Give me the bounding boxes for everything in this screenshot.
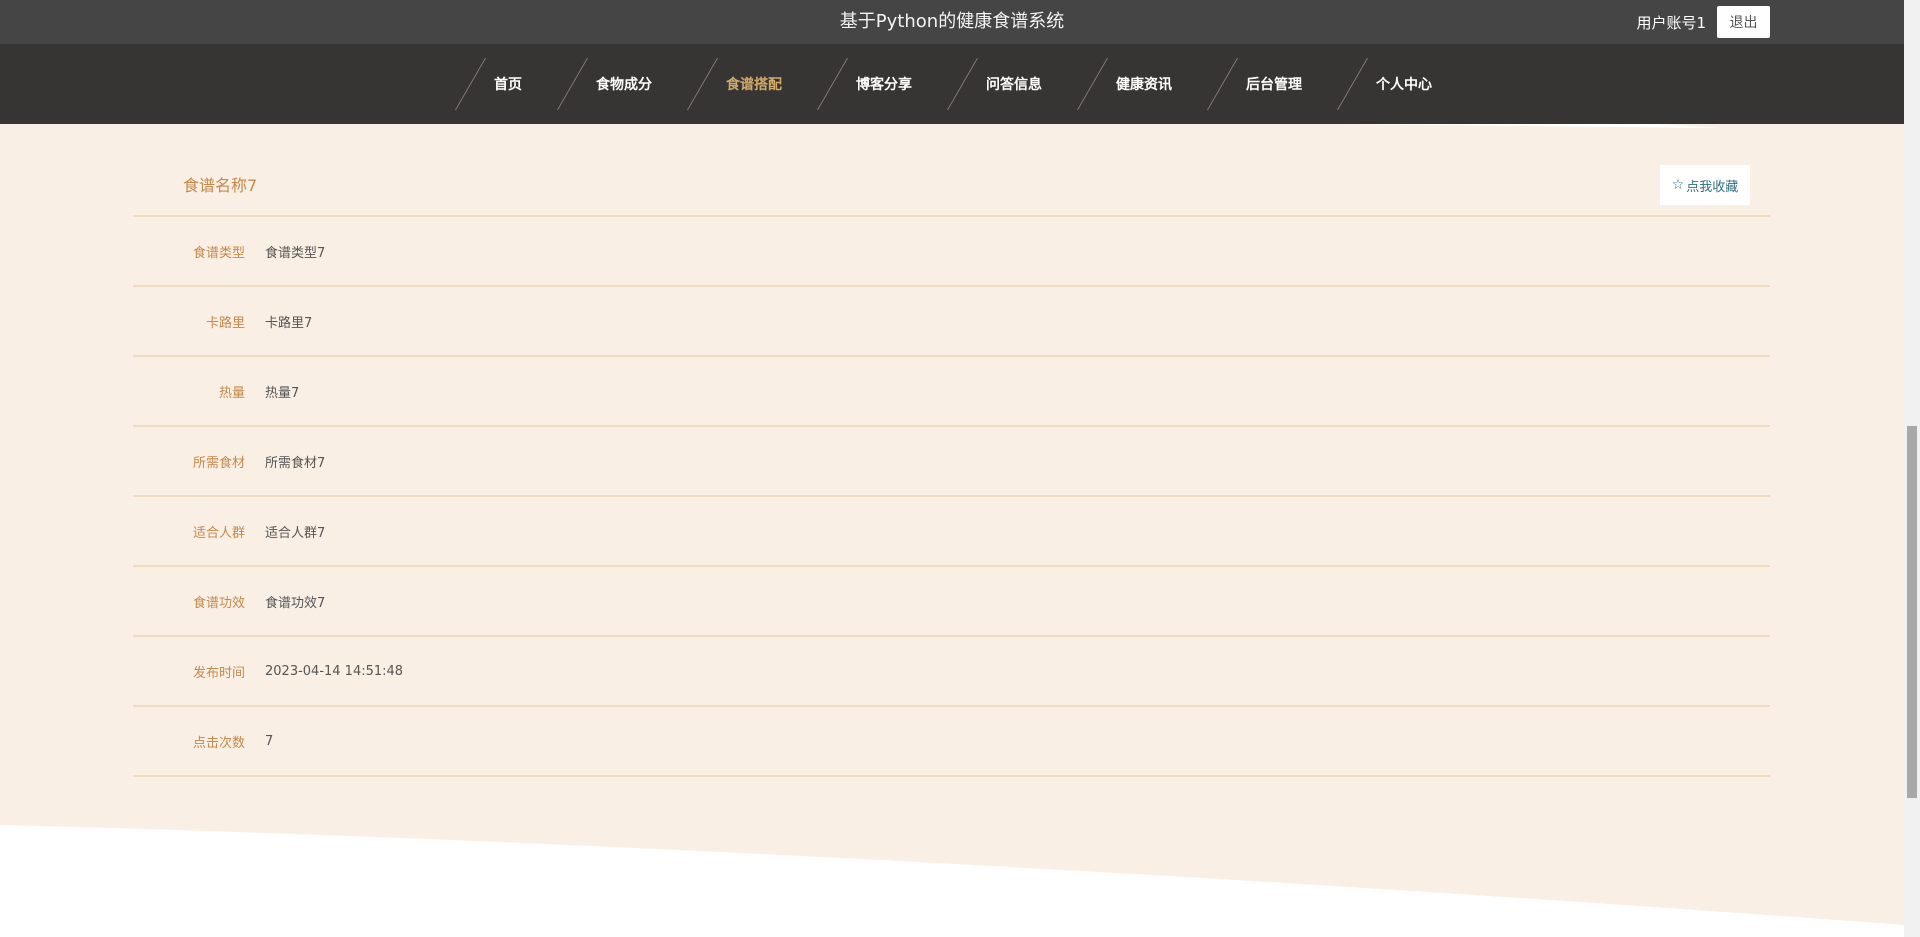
field-label: 适合人群 [192,525,245,541]
star-outline-icon: ☆ [1671,177,1685,193]
detail-row: 卡路里 卡路里7 [133,287,1770,357]
main-nav: 首页 食物成分 食谱搭配 博客分享 问答信息 健康资讯 后台管理 个人中心 [0,44,1904,124]
favorite-label: 点我收藏 [1686,179,1739,195]
detail-row: 点击次数 7 [133,707,1770,777]
field-value: 2023-04-14 14:51:48 [265,663,404,679]
field-label: 食谱类型 [192,245,245,261]
field-value: 适合人群7 [265,525,326,541]
username-label: 用户账号1 [1636,13,1706,32]
nav-list: 首页 食物成分 食谱搭配 博客分享 问答信息 健康资讯 后台管理 个人中心 [0,44,1904,124]
nav-item-5[interactable]: 健康资讯 [1068,44,1198,124]
nav-item-6[interactable]: 后台管理 [1198,44,1328,124]
detail-row: 食谱功效 食谱功效7 [133,567,1770,637]
nav-item-7[interactable]: 个人中心 [1328,44,1458,124]
field-label: 卡路里 [205,315,245,331]
detail-row: 热量 热量7 [133,357,1770,427]
detail-row: 所需食材 所需食材7 [133,427,1770,497]
field-label: 发布时间 [192,665,245,681]
favorite-button[interactable]: ☆ 点我收藏 [1660,165,1750,205]
recipe-detail-panel: 食谱名称7 ☆ 点我收藏 食谱类型 食谱类型7 卡路里 卡路里7 热量 热量7 所需食材 所需… [133,165,1770,777]
field-value: 所需食材7 [265,455,326,471]
detail-header: 食谱名称7 ☆ 点我收藏 [133,165,1770,217]
nav-item-1[interactable]: 食物成分 [548,44,678,124]
field-value: 7 [265,733,274,749]
detail-row: 适合人群 适合人群7 [133,497,1770,567]
detail-row: 食谱类型 食谱类型7 [133,217,1770,287]
logout-button[interactable]: 退出 [1717,6,1770,38]
recipe-title: 食谱名称7 [183,176,258,195]
field-value: 食谱类型7 [265,245,326,261]
nav-item-2[interactable]: 食谱搭配 [678,44,808,124]
nav-item-0[interactable]: 首页 [446,44,548,124]
site-title: 基于Python的健康食谱系统 [839,11,1065,32]
page-scrollbar[interactable] [1904,0,1920,937]
nav-item-3[interactable]: 博客分享 [808,44,938,124]
user-area: 用户账号1 退出 [1636,6,1770,38]
detail-row: 发布时间 2023-04-14 14:51:48 [133,637,1770,707]
field-label: 所需食材 [192,455,245,471]
field-value: 食谱功效7 [265,595,326,611]
field-value: 热量7 [265,385,300,401]
nav-item-4[interactable]: 问答信息 [938,44,1068,124]
top-bar: 基于Python的健康食谱系统 用户账号1 退出 [0,0,1904,44]
detail-rows: 食谱类型 食谱类型7 卡路里 卡路里7 热量 热量7 所需食材 所需食材7 适合人群 适合人群7 食… [133,217,1770,777]
field-value: 卡路里7 [265,315,313,331]
field-label: 食谱功效 [192,595,245,611]
scrollbar-thumb[interactable] [1907,426,1917,798]
field-label: 点击次数 [192,735,245,751]
field-label: 热量 [218,385,245,401]
